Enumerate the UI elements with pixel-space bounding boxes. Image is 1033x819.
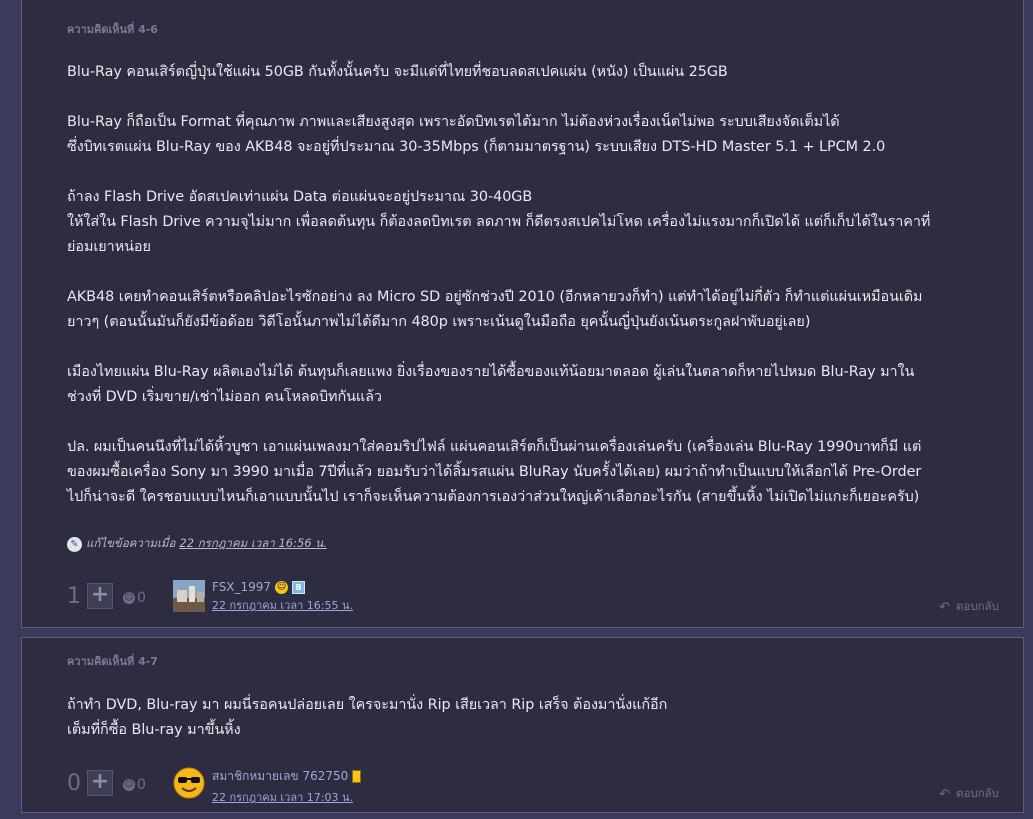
edit-note: ✎ แก้ไขข้อความเมื่อ 22 กรกฎาคม เวลา 16:5… xyxy=(67,535,327,553)
avatar[interactable] xyxy=(173,767,205,799)
comment-number: ความคิดเห็นที่ 4-7 xyxy=(67,655,158,668)
username[interactable]: FSX_1997 xyxy=(212,580,271,594)
comment-paragraph: ถ้าทำ DVD, Blu-ray มา ผมนี่รอคนปล่อยเลย … xyxy=(67,697,668,738)
emotion-count: 0 xyxy=(137,777,146,793)
b-badge-icon: B xyxy=(292,580,306,594)
emotion-count: 0 xyxy=(137,590,146,606)
comment-footer: 1 + ☺ 0 FSX_1997 ☺ B 22 กรกฎาคม เวลา 16:… xyxy=(67,580,1003,620)
comment-paragraph: AKB48 เคยทำคอนเสิร์ตหรือคลิปอะไรซักอย่าง… xyxy=(67,289,923,330)
user-block: สมาชิกหมายเลข 762750 22 กรกฎาคม เวลา 17:… xyxy=(212,767,362,806)
plus-icon[interactable]: + xyxy=(87,583,113,609)
comment-number: ความคิดเห็นที่ 4-6 xyxy=(67,23,158,36)
comment-card: ความคิดเห็นที่ 4-7 ถ้าทำ DVD, Blu-ray มา… xyxy=(21,637,1024,813)
comment-body: ถ้าทำ DVD, Blu-ray มา ผมนี่รอคนปล่อยเลย … xyxy=(67,693,987,768)
comment-paragraph: ถ้าลง Flash Drive อัดสเปคเท่าแผ่น Data ต… xyxy=(67,189,931,255)
timestamp[interactable]: 22 กรกฎาคม เวลา 16:55 น. xyxy=(212,596,353,614)
comment-paragraph: เมืองไทยแผ่น Blu-Ray ผลิตเองไม่ได้ ต้นทุ… xyxy=(67,364,915,405)
reply-button[interactable]: ↶ ตอบกลับ xyxy=(939,785,999,803)
reply-label: ตอบกลับ xyxy=(956,599,999,613)
vote-count: 1 xyxy=(67,584,81,609)
emotion-button[interactable]: ☺ 0 xyxy=(123,777,146,793)
comment-body: Blu-Ray คอนเสิร์ตญี่ปุ่นใช้แผ่น 50GB กัน… xyxy=(67,60,987,535)
emotion-icon: ☺ xyxy=(123,592,135,604)
reply-arrow-icon: ↶ xyxy=(939,786,950,802)
timestamp[interactable]: 22 กรกฎาคม เวลา 17:03 น. xyxy=(212,788,361,806)
reply-button[interactable]: ↶ ตอบกลับ xyxy=(939,598,999,616)
comment-paragraph: ปล. ผมเป็นคนนึงที่ไม่ได้หิ้วบูชา เอาแผ่น… xyxy=(67,439,922,505)
phone-badge-icon xyxy=(352,770,362,783)
user-block: FSX_1997 ☺ B 22 กรกฎาคม เวลา 16:55 น. xyxy=(212,580,353,614)
username[interactable]: สมาชิกหมายเลข 762750 xyxy=(212,767,348,786)
edit-prefix: แก้ไขข้อความเมื่อ xyxy=(86,536,176,550)
comment-card: ความคิดเห็นที่ 4-6 Blu-Ray คอนเสิร์ตญี่ป… xyxy=(21,0,1024,628)
comment-footer: 0 + ☺ 0 สมาชิกหมายเลข 762750 22 กรกฎาคม … xyxy=(67,767,1003,807)
smile-badge-icon: ☺ xyxy=(275,580,289,594)
edit-time: 22 กรกฎาคม เวลา 16:56 น. xyxy=(179,536,327,550)
avatar[interactable] xyxy=(173,580,205,612)
vote-count: 0 xyxy=(67,771,81,796)
reply-arrow-icon: ↶ xyxy=(939,599,950,615)
reply-label: ตอบกลับ xyxy=(956,786,999,800)
plus-icon[interactable]: + xyxy=(87,770,113,796)
edit-icon: ✎ xyxy=(67,536,82,552)
comment-paragraph: Blu-Ray คอนเสิร์ตญี่ปุ่นใช้แผ่น 50GB กัน… xyxy=(67,64,728,80)
comment-paragraph: Blu-Ray ก็ถือเป็น Format ที่คุณภาพ ภาพแล… xyxy=(67,114,886,155)
emotion-button[interactable]: ☺ 0 xyxy=(123,590,146,606)
emotion-icon: ☺ xyxy=(123,779,135,791)
